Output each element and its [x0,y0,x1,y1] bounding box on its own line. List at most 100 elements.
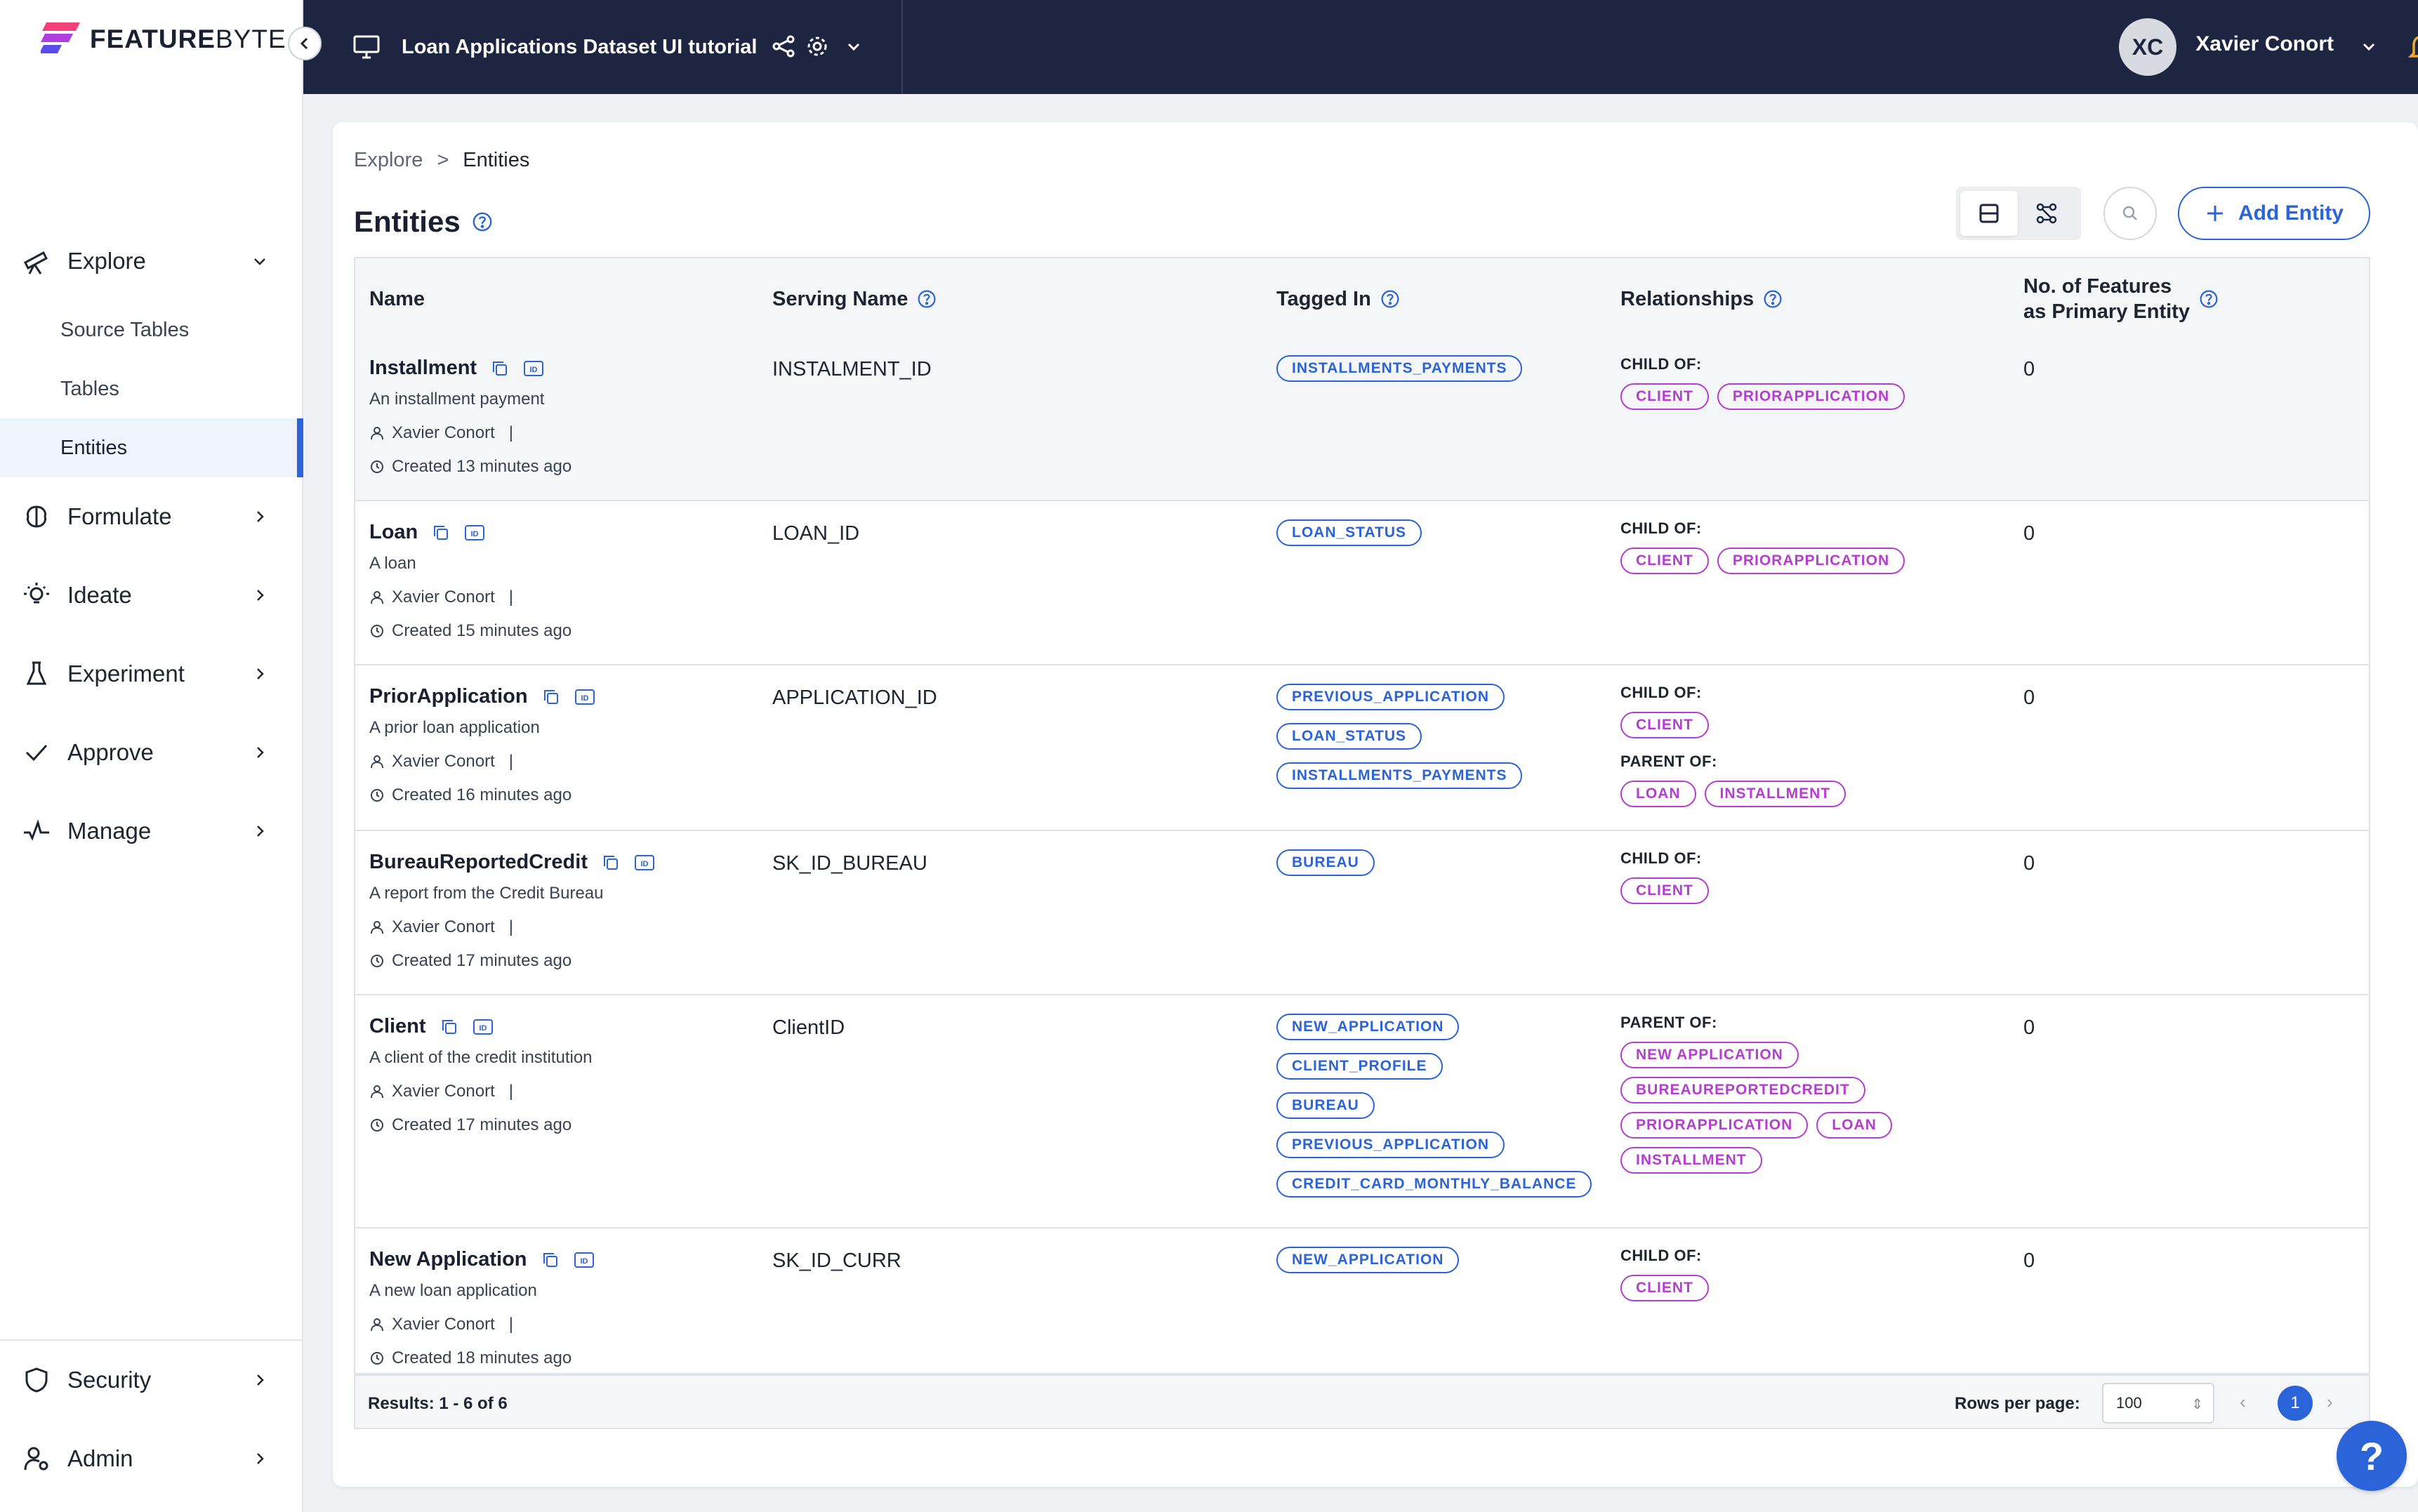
entity-name[interactable]: Installment [369,357,477,380]
col-tagged-in[interactable]: Tagged In [1276,258,1401,340]
copy-icon[interactable] [439,1016,460,1037]
table-row[interactable]: Loan ID A loan Xavier Conort | Created 1… [355,501,2369,665]
breadcrumb: Explore > Entities [354,149,529,172]
table-row[interactable]: Installment ID An installment payment Xa… [355,337,2369,501]
entity-name[interactable]: Client [369,1015,426,1038]
page-1-button[interactable]: 1 [2278,1386,2313,1421]
id-icon[interactable]: ID [574,687,595,708]
nav-ideate[interactable]: Ideate [0,567,303,623]
nav-tables[interactable]: Tables [0,359,303,418]
tag-chip[interactable]: PREVIOUS_APPLICATION [1276,1132,1505,1158]
rows-per-page-select[interactable]: 100 ⇕ [2102,1383,2214,1424]
id-icon[interactable]: ID [574,1249,595,1271]
help-circle-icon[interactable] [472,211,493,232]
tag-chip[interactable]: NEW_APPLICATION [1276,1247,1460,1273]
col-feature-count[interactable]: No. of Features as Primary Entity [2023,258,2219,340]
nav-formulate[interactable]: Formulate [0,489,303,545]
help-button[interactable]: ? [2337,1421,2407,1491]
tag-chip[interactable]: BUREAU [1276,1092,1375,1119]
tag-chip[interactable]: INSTALLMENTS_PAYMENTS [1276,355,1523,382]
entity-name[interactable]: Loan [369,521,418,544]
nav-manage[interactable]: Manage [0,803,303,859]
relationship-chip[interactable]: LOAN [1816,1112,1892,1139]
feature-count: 0 [2023,1016,2035,1039]
user-area: 632 XC Xavier Conort [2053,0,2418,94]
help-circle-icon[interactable] [2198,289,2219,310]
nav-admin[interactable]: Admin [0,1431,303,1487]
relationship-chip[interactable]: CLIENT [1620,383,1709,410]
clock-icon [369,459,385,475]
prev-page-button[interactable]: ‹ [2240,1391,2246,1413]
entity-name[interactable]: New Application [369,1248,527,1271]
relationship-chip[interactable]: PRIORAPPLICATION [1717,383,1905,410]
id-icon[interactable]: ID [634,852,655,873]
id-icon[interactable]: ID [473,1016,494,1037]
search-button[interactable] [2103,187,2157,240]
bell-icon[interactable] [2404,28,2418,65]
add-entity-button[interactable]: Add Entity [2178,187,2370,240]
help-circle-icon[interactable] [1762,289,1783,310]
name-cell: Client ID A client of the credit institu… [369,1015,593,1135]
nav-explore[interactable]: Explore [0,233,303,289]
copy-icon[interactable] [430,522,451,543]
relationship-chip[interactable]: PRIORAPPLICATION [1717,548,1905,574]
nav-experiment[interactable]: Experiment [0,646,303,702]
copy-icon[interactable] [489,358,510,379]
dataset-title: Loan Applications Dataset UI tutorial [402,35,758,58]
nav-approve[interactable]: Approve [0,724,303,781]
relationship-chip[interactable]: INSTALLMENT [1620,1147,1762,1174]
user-icon [369,920,385,935]
table-row[interactable]: BureauReportedCredit ID A report from th… [355,831,2369,995]
share-icon[interactable] [769,32,798,60]
help-circle-icon[interactable] [1380,289,1401,310]
table-row[interactable]: New Application ID A new loan applicatio… [355,1228,2369,1374]
relationship-chip[interactable]: CLIENT [1620,548,1709,574]
dataset-selector[interactable]: Loan Applications Dataset UI tutorial [303,0,903,94]
copy-icon[interactable] [541,687,562,708]
entity-name[interactable]: PriorApplication [369,685,528,708]
nav-source-tables[interactable]: Source Tables [0,300,303,359]
id-icon[interactable]: ID [464,522,485,543]
tag-chip[interactable]: LOAN_STATUS [1276,519,1422,546]
user-menu-chevron-icon[interactable] [2355,32,2383,60]
chevron-down-icon[interactable] [840,32,868,60]
tag-chip[interactable]: NEW_APPLICATION [1276,1014,1460,1040]
relationship-chip[interactable]: PRIORAPPLICATION [1620,1112,1809,1139]
tag-chip[interactable]: CLIENT_PROFILE [1276,1053,1443,1080]
entity-name[interactable]: BureauReportedCredit [369,851,588,874]
id-icon[interactable]: ID [523,358,544,379]
tag-chip[interactable]: BUREAU [1276,849,1375,876]
relationship-chip[interactable]: CLIENT [1620,877,1709,904]
breadcrumb-explore[interactable]: Explore [354,149,423,172]
avatar[interactable]: XC [2119,18,2176,76]
relationship-chip[interactable]: CLIENT [1620,712,1709,738]
col-name[interactable]: Name [369,258,425,340]
table-view-button[interactable] [1960,191,2018,236]
collapse-sidebar-button[interactable] [288,27,322,60]
relationship-chip[interactable]: NEW APPLICATION [1620,1042,1799,1068]
nav-security[interactable]: Security [0,1352,303,1408]
help-circle-icon[interactable] [916,289,937,310]
gear-icon[interactable] [803,32,831,60]
table-row[interactable]: PriorApplication ID A prior loan applica… [355,665,2369,831]
tag-chip[interactable]: INSTALLMENTS_PAYMENTS [1276,762,1523,789]
relationship-chip[interactable]: LOAN [1620,781,1696,807]
user-name[interactable]: Xavier Conort [2195,32,2334,56]
nav-entities[interactable]: Entities [0,418,303,477]
tag-chip[interactable]: PREVIOUS_APPLICATION [1276,684,1505,710]
serving-name: SK_ID_CURR [772,1249,901,1272]
copy-icon[interactable] [600,852,621,873]
relationship-chip[interactable]: INSTALLMENT [1704,781,1846,807]
next-page-button[interactable]: › [2327,1391,2333,1413]
table-row[interactable]: Client ID A client of the credit institu… [355,995,2369,1228]
col-serving-name[interactable]: Serving Name [772,258,937,340]
col-relationships[interactable]: Relationships [1620,258,1783,340]
name-cell: PriorApplication ID A prior loan applica… [369,685,595,805]
copy-icon[interactable] [540,1249,561,1271]
graph-view-button[interactable] [2018,191,2075,236]
featurebyte-logo[interactable]: FEATUREBYTE [41,20,286,59]
tag-chip[interactable]: CREDIT_CARD_MONTHLY_BALANCE [1276,1171,1592,1198]
relationship-chip[interactable]: CLIENT [1620,1275,1709,1301]
tag-chip[interactable]: LOAN_STATUS [1276,723,1422,750]
relationship-chip[interactable]: BUREAUREPORTEDCREDIT [1620,1077,1865,1103]
